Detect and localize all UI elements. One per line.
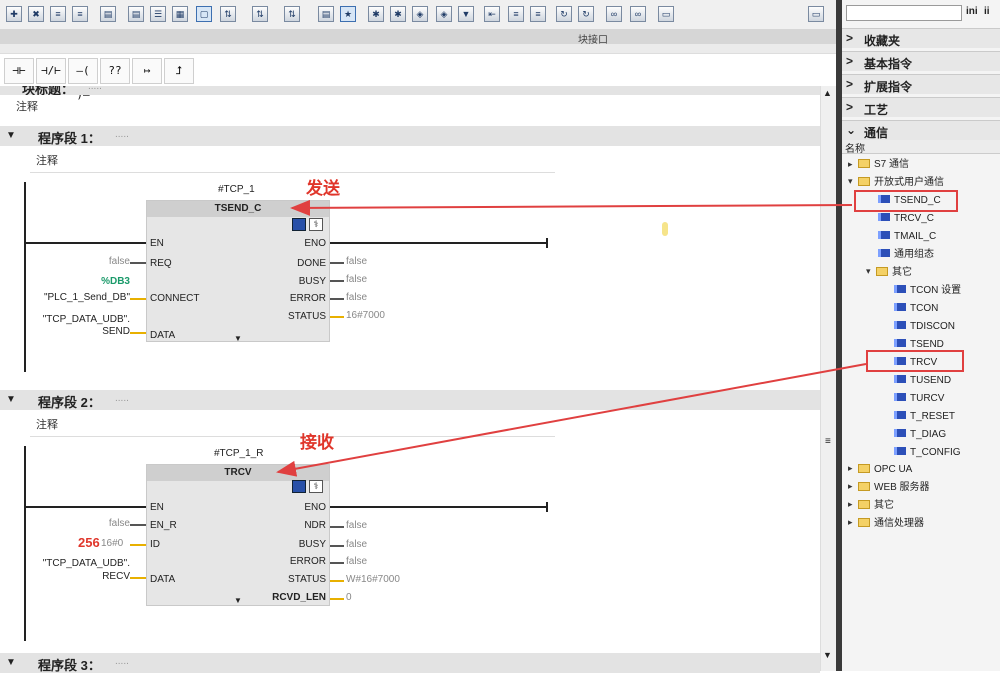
annotation-arrows	[276, 199, 867, 477]
arrow-trcv	[276, 363, 867, 477]
arrow-tsend	[290, 199, 853, 216]
